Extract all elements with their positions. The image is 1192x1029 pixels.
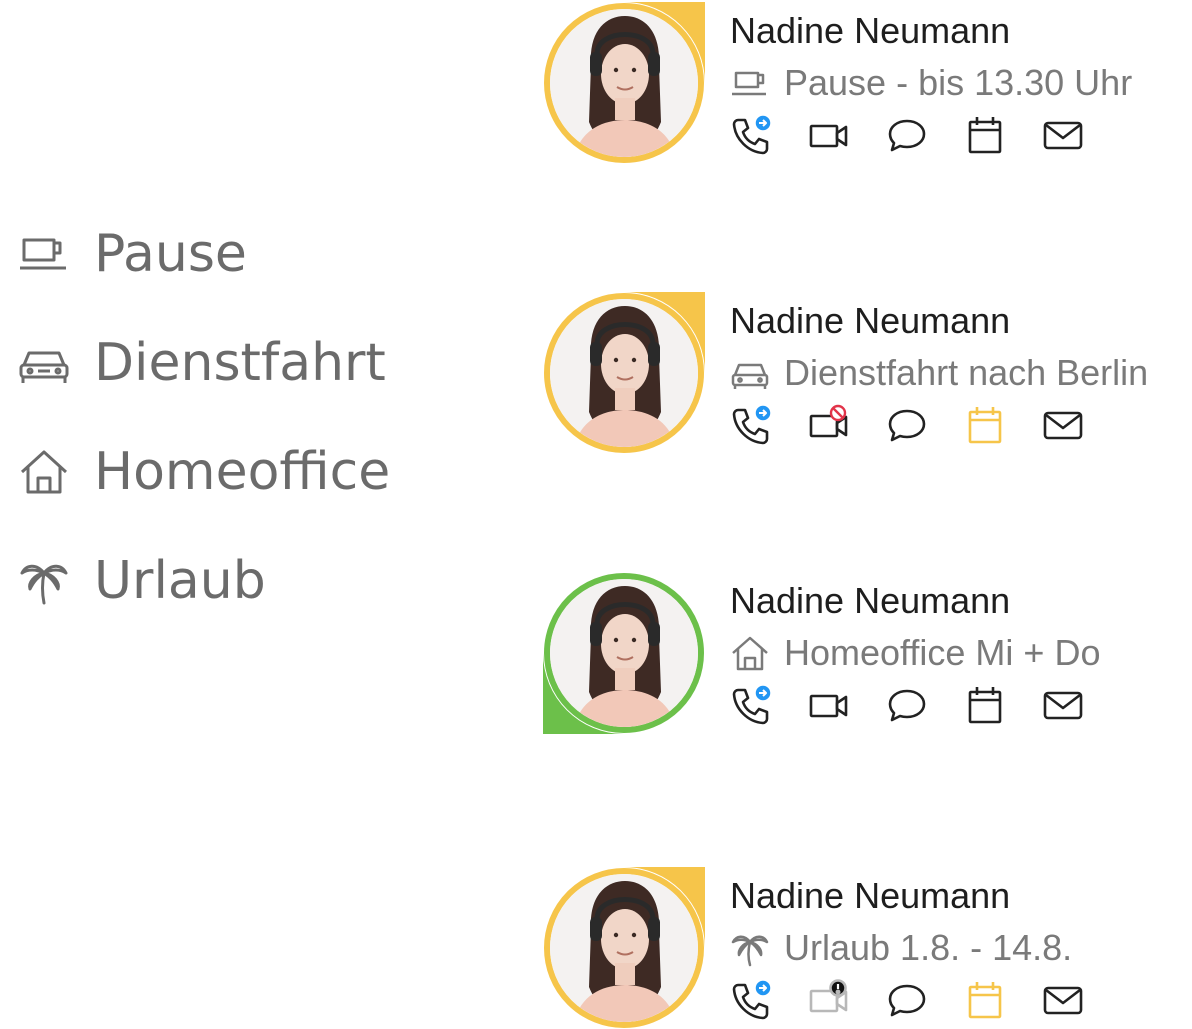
action-bar — [730, 114, 1120, 156]
phone-forward-icon[interactable] — [730, 114, 772, 156]
palm-tree-icon — [730, 928, 770, 968]
video-call-icon[interactable] — [808, 404, 850, 446]
video-call-icon[interactable] — [808, 979, 850, 1021]
avatar[interactable] — [543, 572, 705, 734]
status-text: Dienstfahrt nach Berlin — [784, 352, 1149, 393]
phone-forward-icon[interactable] — [730, 684, 772, 726]
chat-icon[interactable] — [886, 684, 928, 726]
contact-name: Nadine Neumann — [730, 875, 1011, 916]
mail-icon[interactable] — [1042, 979, 1084, 1021]
status-line: Urlaub 1.8. - 14.8. — [730, 927, 1072, 969]
contact-name: Nadine Neumann — [730, 300, 1011, 341]
video-call-icon[interactable] — [808, 114, 850, 156]
status-legend: Pause Dienstfahrt Homeoffice Urlaub — [18, 222, 390, 658]
legend-item-urlaub: Urlaub — [18, 549, 390, 613]
home-icon — [18, 445, 72, 499]
legend-item-pause: Pause — [18, 222, 390, 286]
avatar[interactable] — [543, 867, 705, 1029]
coffee-cup-icon — [18, 227, 72, 281]
legend-item-homeoffice: Homeoffice — [18, 440, 390, 504]
chat-icon[interactable] — [886, 404, 928, 446]
legend-label: Dienstfahrt — [94, 333, 386, 393]
avatar[interactable] — [543, 292, 705, 454]
palm-tree-icon — [18, 554, 72, 608]
video-call-icon[interactable] — [808, 684, 850, 726]
contact-card: Nadine Neumann Homeoffice Mi + Do — [543, 572, 1183, 734]
calendar-icon[interactable] — [964, 114, 1006, 156]
contact-card: Nadine Neumann Pause - bis 13.30 Uhr — [543, 2, 1183, 164]
action-bar — [730, 404, 1120, 446]
mail-icon[interactable] — [1042, 114, 1084, 156]
status-text: Pause - bis 13.30 Uhr — [784, 62, 1133, 103]
car-icon — [730, 353, 770, 393]
mail-icon[interactable] — [1042, 404, 1084, 446]
action-bar — [730, 979, 1120, 1021]
status-line: Homeoffice Mi + Do — [730, 632, 1100, 674]
contact-card: Nadine Neumann Urlaub 1.8. - 14.8. — [543, 867, 1183, 1029]
action-bar — [730, 684, 1120, 726]
legend-label: Urlaub — [94, 551, 266, 611]
chat-icon[interactable] — [886, 114, 928, 156]
calendar-icon[interactable] — [964, 979, 1006, 1021]
legend-item-dienstfahrt: Dienstfahrt — [18, 331, 390, 395]
status-line: Pause - bis 13.30 Uhr — [730, 62, 1132, 104]
status-text: Urlaub 1.8. - 14.8. — [784, 927, 1073, 968]
contact-card: Nadine Neumann Dienstfahrt nach Berlin — [543, 292, 1183, 454]
calendar-icon[interactable] — [964, 684, 1006, 726]
car-icon — [18, 336, 72, 390]
avatar[interactable] — [543, 2, 705, 164]
coffee-cup-icon — [730, 63, 770, 103]
status-text: Homeoffice Mi + Do — [784, 632, 1101, 673]
phone-forward-icon[interactable] — [730, 404, 772, 446]
home-icon — [730, 633, 770, 673]
calendar-icon[interactable] — [964, 404, 1006, 446]
phone-forward-icon[interactable] — [730, 979, 772, 1021]
contact-name: Nadine Neumann — [730, 10, 1011, 51]
chat-icon[interactable] — [886, 979, 928, 1021]
legend-label: Pause — [94, 224, 247, 284]
mail-icon[interactable] — [1042, 684, 1084, 726]
contact-name: Nadine Neumann — [730, 580, 1011, 621]
legend-label: Homeoffice — [94, 442, 391, 502]
status-line: Dienstfahrt nach Berlin — [730, 352, 1148, 394]
